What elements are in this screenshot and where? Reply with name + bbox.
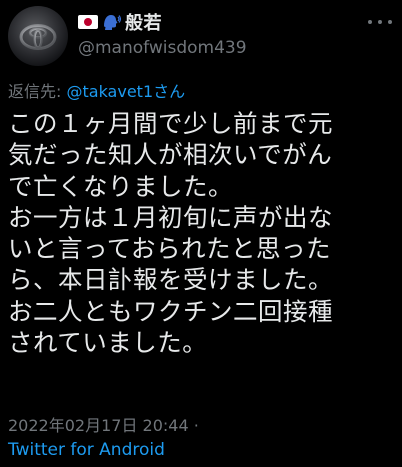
author-handle[interactable]: @manofwisdom439 — [78, 38, 247, 58]
reply-mention-link[interactable]: @takavet1さん — [66, 82, 185, 101]
avatar[interactable] — [8, 6, 68, 66]
speaking-head-icon — [104, 15, 121, 30]
tweet-text-line: で亡くなりました。 — [8, 171, 233, 201]
more-dot — [368, 20, 372, 24]
more-dot — [378, 20, 382, 24]
tweet-header: 般若 @manofwisdom439 — [0, 0, 402, 72]
author-name-line[interactable]: 般若 — [78, 11, 162, 34]
more-dot — [388, 20, 392, 24]
more-options-icon[interactable] — [368, 12, 392, 32]
tweet-text-line: この１ヶ月間で少し前まで元 — [8, 109, 333, 138]
toyota-emblem-icon — [19, 24, 57, 50]
tweet-timestamp[interactable]: 2022年02月17日 20:44 · — [8, 412, 199, 436]
tweet-text-line: お一方は１月初旬に声が出な — [8, 202, 333, 232]
tweet-text-line: お二人ともワクチン二回接種 — [8, 296, 333, 326]
tweet-text-line: ら、本日訃報を受けました。 — [8, 265, 333, 295]
tweet-text: この１ヶ月間で少し前まで元 気だった知人が相次いでがん で亡くなりました。 お一… — [8, 108, 400, 358]
tweet-text-line: されていました。 — [8, 328, 208, 358]
reply-to-label: 返信先: — [8, 82, 67, 101]
tweet-text-line: いと言っておられたと思った — [8, 234, 332, 264]
tweet-text-line: 気だった知人が相次いでがん — [8, 140, 333, 170]
author-display-name: 般若 — [125, 13, 162, 34]
japan-flag-icon — [78, 15, 98, 29]
reply-to-line: 返信先: @takavet1さん — [8, 78, 185, 102]
tweet-client-link[interactable]: Twitter for Android — [8, 440, 165, 460]
